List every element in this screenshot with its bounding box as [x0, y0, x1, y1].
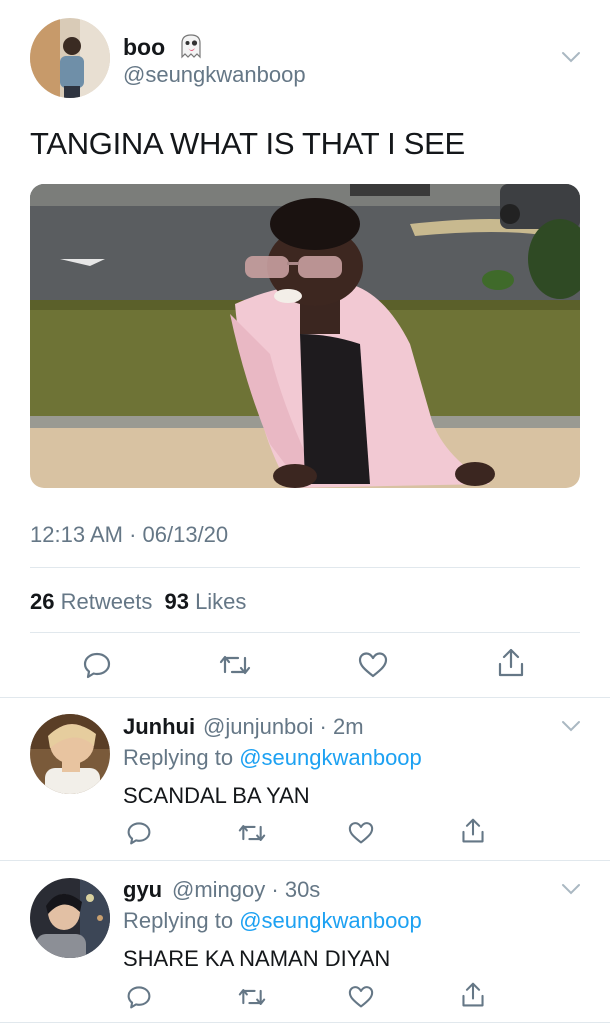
display-name[interactable]: boo: [123, 33, 204, 65]
avatar[interactable]: [30, 18, 110, 98]
reply-icon[interactable]: [80, 648, 114, 682]
share-icon[interactable]: [494, 646, 528, 680]
reply-handle-line: @mingoy · 30s: [172, 877, 320, 903]
share-icon[interactable]: [456, 814, 490, 848]
likes-label: Likes: [195, 589, 247, 614]
reply-text: SCANDAL BA YAN: [123, 783, 310, 808]
replying-prefix: Replying to: [123, 745, 234, 770]
main-tweet: boo @seungkwanboop TANGINA WHAT IS THAT …: [0, 0, 610, 698]
retweets-count: 26: [30, 589, 55, 614]
chevron-down-icon[interactable]: [561, 882, 581, 901]
reply-text: SHARE KA NAMAN DIYAN: [123, 946, 391, 971]
reply-display-name[interactable]: gyu: [123, 877, 162, 903]
retweets-stat[interactable]: 26 Retweets: [30, 589, 158, 614]
divider: [0, 860, 610, 861]
share-icon[interactable]: [456, 978, 490, 1012]
handle[interactable]: @seungkwanboop: [123, 62, 306, 88]
reply-icon[interactable]: [122, 980, 156, 1014]
divider: [0, 697, 610, 698]
retweets-label: Retweets: [60, 589, 153, 614]
likes-count: 93: [164, 589, 189, 614]
reply-handle[interactable]: @mingoy: [172, 877, 265, 902]
tweet-timestamp[interactable]: 12:13 AM · 06/13/20: [30, 522, 228, 548]
like-icon[interactable]: [344, 980, 378, 1014]
divider: [30, 567, 580, 568]
divider: [30, 632, 580, 633]
reply-icon[interactable]: [122, 816, 156, 850]
like-icon[interactable]: [356, 648, 390, 682]
reply-display-name[interactable]: Junhui: [123, 714, 195, 740]
tweet-text: TANGINA WHAT IS THAT I SEE: [30, 126, 465, 161]
retweet-icon[interactable]: [235, 816, 269, 850]
replying-mention[interactable]: @seungkwanboop: [239, 745, 422, 770]
reply-time: · 30s: [271, 877, 321, 902]
like-icon[interactable]: [344, 816, 378, 850]
retweet-icon[interactable]: [218, 648, 252, 682]
reply-time: · 2m: [319, 714, 364, 739]
replying-mention[interactable]: @seungkwanboop: [239, 908, 422, 933]
replying-prefix: Replying to: [123, 908, 234, 933]
replying-to: Replying to @seungkwanboop: [123, 745, 422, 771]
chevron-down-icon[interactable]: [561, 719, 581, 738]
likes-stat[interactable]: 93 Likes: [164, 589, 246, 614]
tweet-photo[interactable]: [30, 184, 580, 488]
tweet-stats: 26 Retweets 93 Likes: [30, 589, 246, 615]
chevron-down-icon[interactable]: [561, 50, 581, 69]
retweet-icon[interactable]: [235, 980, 269, 1014]
reply-handle[interactable]: @junjunboi: [203, 714, 313, 739]
divider: [0, 1022, 610, 1023]
reply-handle-line: @junjunboi · 2m: [203, 714, 364, 740]
ghost-icon: [178, 33, 204, 65]
reply-avatar[interactable]: [30, 714, 110, 794]
reply-avatar[interactable]: [30, 878, 110, 958]
replying-to: Replying to @seungkwanboop: [123, 908, 422, 934]
